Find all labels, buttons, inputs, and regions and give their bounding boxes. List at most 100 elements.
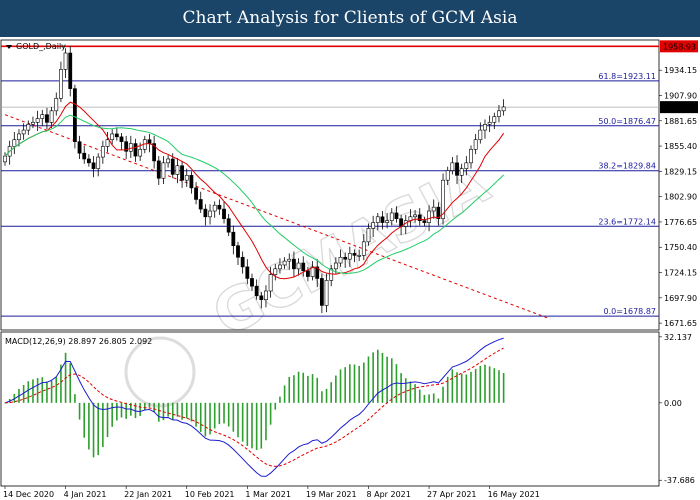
candle-body — [333, 262, 338, 270]
candle-body — [35, 118, 40, 123]
candle-body — [73, 88, 77, 142]
macd-histogram-bar — [241, 402, 244, 442]
date-tick-label: 19 Mar 2021 — [306, 490, 357, 499]
macd-histogram-bar — [78, 402, 81, 420]
candle-body — [128, 143, 133, 152]
candle-body — [473, 139, 478, 150]
date-tick-label: 27 Apr 2021 — [427, 490, 476, 499]
resistance-price-label: 1958.93 — [663, 42, 696, 51]
candle-body — [245, 266, 250, 279]
macd-histogram-bar — [74, 394, 76, 403]
price-tick-label: 1907.90 — [664, 91, 697, 100]
macd-histogram-bar — [148, 402, 151, 408]
candle-body — [86, 158, 91, 164]
macd-histogram-bar — [456, 372, 458, 403]
macd-histogram-bar — [409, 381, 412, 403]
macd-histogram-bar — [157, 402, 160, 422]
candle-body — [422, 220, 427, 223]
macd-histogram-bar — [488, 366, 491, 403]
macd-histogram-bar — [358, 365, 360, 403]
candle-body — [189, 175, 194, 189]
candle-body — [180, 165, 184, 181]
candle-body — [492, 116, 497, 123]
candle-body — [147, 139, 152, 144]
candle-body — [296, 262, 301, 270]
candle-body — [371, 222, 376, 229]
macd-histogram-bar — [213, 402, 216, 429]
price-tick-label: 1829.15 — [664, 167, 697, 176]
title-banner: Chart Analysis for Clients of GCM Asia — [0, 0, 700, 37]
macd-histogram-bar — [246, 402, 249, 447]
candle-body — [156, 160, 161, 179]
candle-body — [431, 206, 436, 212]
candle-body — [3, 155, 7, 163]
macd-histogram-bar — [120, 402, 123, 418]
macd-histogram-bar — [185, 402, 188, 419]
macd-histogram-bar — [330, 382, 332, 403]
candle-body — [366, 228, 371, 243]
macd-histogram-bar — [335, 375, 337, 403]
candle-body — [394, 212, 399, 220]
macd-histogram-bar — [423, 394, 426, 403]
macd-histogram-bar — [418, 389, 421, 403]
macd-histogram-bar — [344, 367, 346, 403]
candle-body — [184, 175, 189, 181]
candle-body — [77, 141, 82, 154]
macd-histogram-bar — [260, 402, 263, 449]
macd-histogram-bar — [353, 364, 356, 403]
macd-histogram-bar — [316, 377, 319, 403]
date-tick-label: 1 Mar 2021 — [245, 490, 291, 499]
fib-level-label: 0.0=1678.87 — [603, 307, 656, 316]
macd-histogram-bar — [474, 368, 477, 403]
date-tick-label: 10 Feb 2021 — [185, 490, 235, 499]
price-tick-label: 1776.65 — [664, 218, 697, 227]
macd-histogram-bar — [498, 370, 500, 403]
candle-body — [114, 133, 119, 138]
chart-canvas: GCMASIA 1934.151907.901881.651855.401829… — [0, 37, 700, 500]
macd-histogram-bar — [400, 373, 402, 403]
macd-histogram-bar — [153, 402, 155, 413]
candle-body — [194, 187, 198, 200]
candle-body — [282, 260, 287, 266]
candle-body — [170, 158, 175, 175]
macd-histogram-bar — [265, 402, 267, 441]
candle-body — [357, 255, 362, 257]
price-tick-label: 1750.40 — [664, 243, 697, 252]
macd-histogram-bar — [428, 394, 430, 403]
candle-body — [119, 136, 124, 142]
candle-body — [231, 231, 236, 246]
macd-histogram-bar — [139, 402, 141, 416]
macd-histogram-bar — [381, 352, 384, 403]
macd-histogram-bar — [484, 364, 486, 403]
macd-histogram-bar — [144, 402, 146, 410]
candle-body — [413, 214, 417, 218]
macd-histogram-bar — [125, 402, 127, 419]
page-title: Chart Analysis for Clients of GCM Asia — [182, 8, 518, 28]
candle-body — [161, 162, 166, 179]
macd-histogram-bar — [307, 375, 309, 403]
macd-histogram-bar — [349, 364, 351, 403]
fib-level-label: 23.6=1772.14 — [598, 217, 656, 226]
candle-body — [133, 143, 138, 157]
macd-histogram-bar — [283, 385, 286, 403]
macd-histogram-bar — [288, 376, 291, 403]
fib-level-label: 38.2=1829.84 — [598, 162, 656, 171]
candle-body — [226, 218, 231, 233]
macd-histogram-bar — [279, 396, 281, 403]
macd-histogram-bar — [390, 358, 393, 403]
candle-body — [222, 208, 226, 220]
candle-body — [17, 133, 21, 141]
candle-body — [301, 262, 306, 272]
candle-body — [427, 210, 431, 223]
candle-body — [82, 152, 87, 160]
candle-body — [361, 241, 366, 256]
candle-body — [464, 162, 469, 169]
price-tick-label: 1724.15 — [664, 269, 697, 278]
macd-histogram-bar — [442, 386, 444, 403]
price-tick-label: 1697.90 — [664, 294, 697, 303]
candle-body — [469, 149, 473, 164]
macd-histogram-bar — [325, 388, 328, 403]
macd-histogram-bar — [386, 356, 388, 403]
price-tick-label: 1934.15 — [664, 66, 697, 75]
macd-histogram-bar — [493, 368, 496, 403]
